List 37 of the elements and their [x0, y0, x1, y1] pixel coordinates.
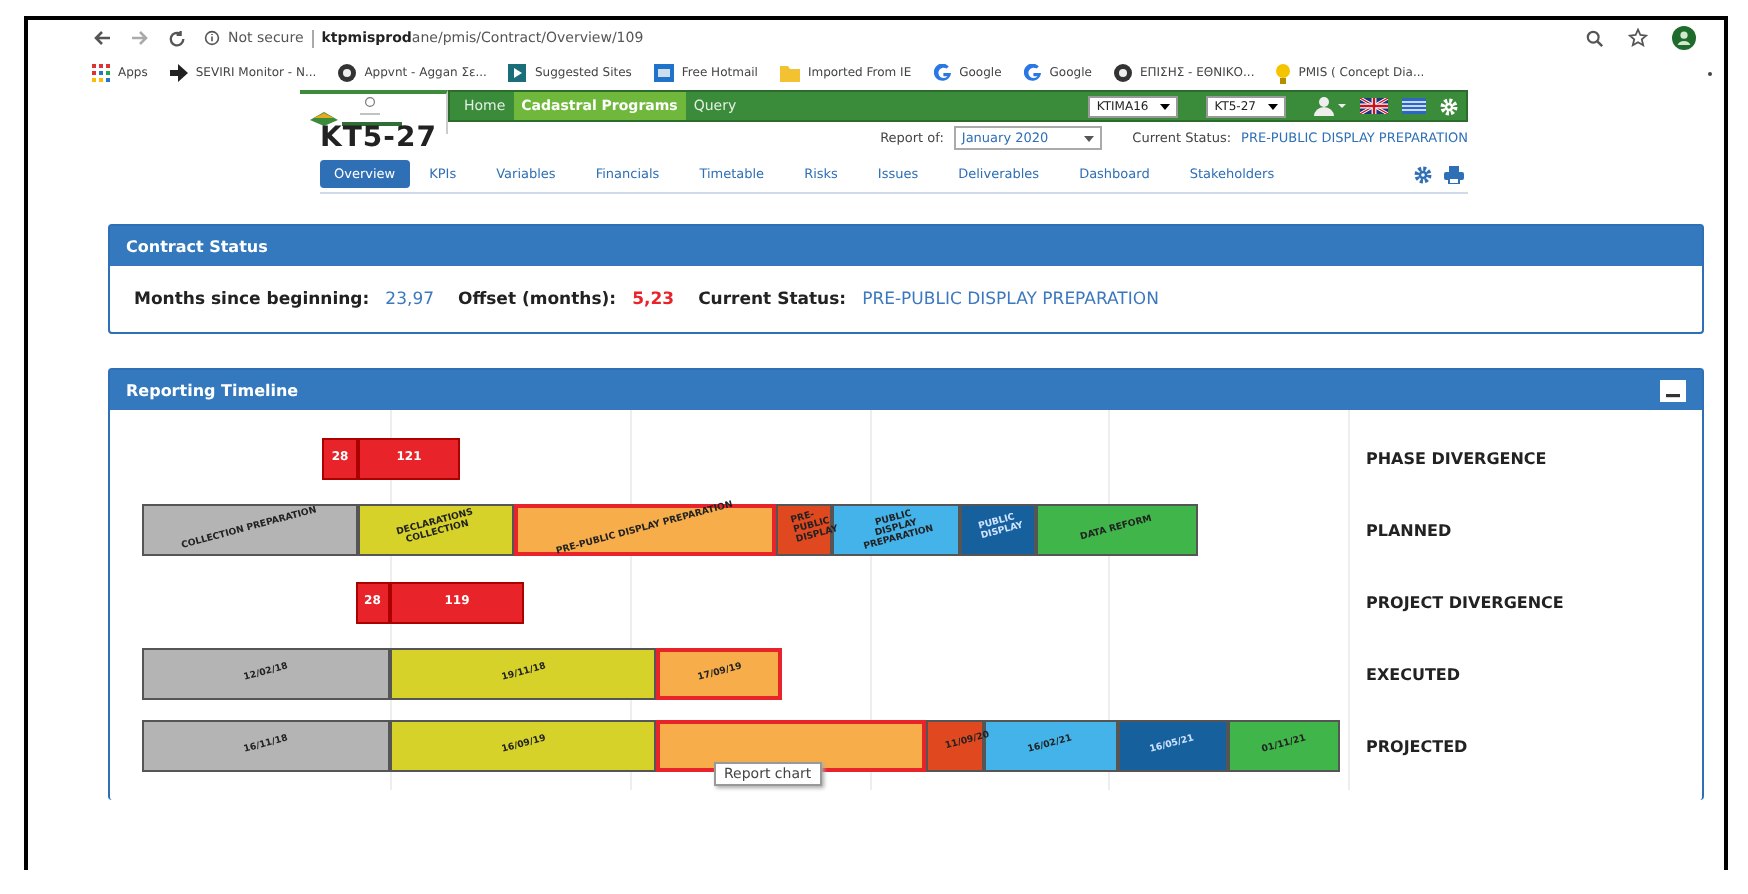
field-value: 5,23 — [632, 289, 675, 309]
striped-flag-icon[interactable] — [1402, 98, 1426, 114]
letter-g-icon — [933, 64, 952, 82]
field-label: Offset (months): — [458, 289, 617, 309]
row-label: EXECUTED — [1366, 665, 1461, 683]
gear-icon[interactable] — [1414, 165, 1432, 183]
mail-icon — [653, 64, 674, 82]
field-value: PRE-PUBLIC DISPLAY PREPARATION — [862, 289, 1159, 309]
folder-icon — [779, 65, 800, 81]
row-label: PLANNED — [1366, 521, 1452, 539]
minimize-icon[interactable] — [1660, 379, 1686, 401]
star-icon[interactable] — [1628, 28, 1648, 48]
letter-g-icon — [1023, 64, 1042, 82]
field-value: 23,97 — [385, 289, 435, 309]
row-label: PROJECTED — [1366, 737, 1468, 755]
caret-icon — [1084, 135, 1095, 141]
search-icon[interactable] — [1586, 29, 1604, 47]
caret-icon — [1160, 103, 1171, 109]
contract-title: KT5-27 — [320, 122, 437, 154]
arrow-icon — [169, 64, 188, 82]
print-icon[interactable] — [1444, 165, 1464, 183]
reload-icon[interactable] — [168, 29, 186, 47]
field-label: Current Status: — [698, 289, 847, 309]
panel-title: Reporting Timeline — [126, 381, 299, 399]
info-icon — [204, 30, 220, 46]
caret-icon — [1268, 103, 1278, 109]
row-label: PROJECT DIVERGENCE — [1366, 593, 1564, 611]
back-icon[interactable] — [92, 30, 112, 46]
field-label: Months since beginning: — [134, 289, 370, 309]
uk-flag-icon[interactable] — [1360, 98, 1388, 114]
user-menu-icon[interactable] — [1314, 96, 1346, 116]
row-label: PHASE DIVERGENCE — [1366, 449, 1547, 467]
apps-grid-icon — [92, 64, 110, 82]
play-icon — [508, 64, 527, 82]
profile-avatar-icon[interactable] — [1672, 26, 1696, 50]
panel-header: Contract Status — [110, 226, 1702, 266]
bulb-icon — [1276, 63, 1291, 83]
